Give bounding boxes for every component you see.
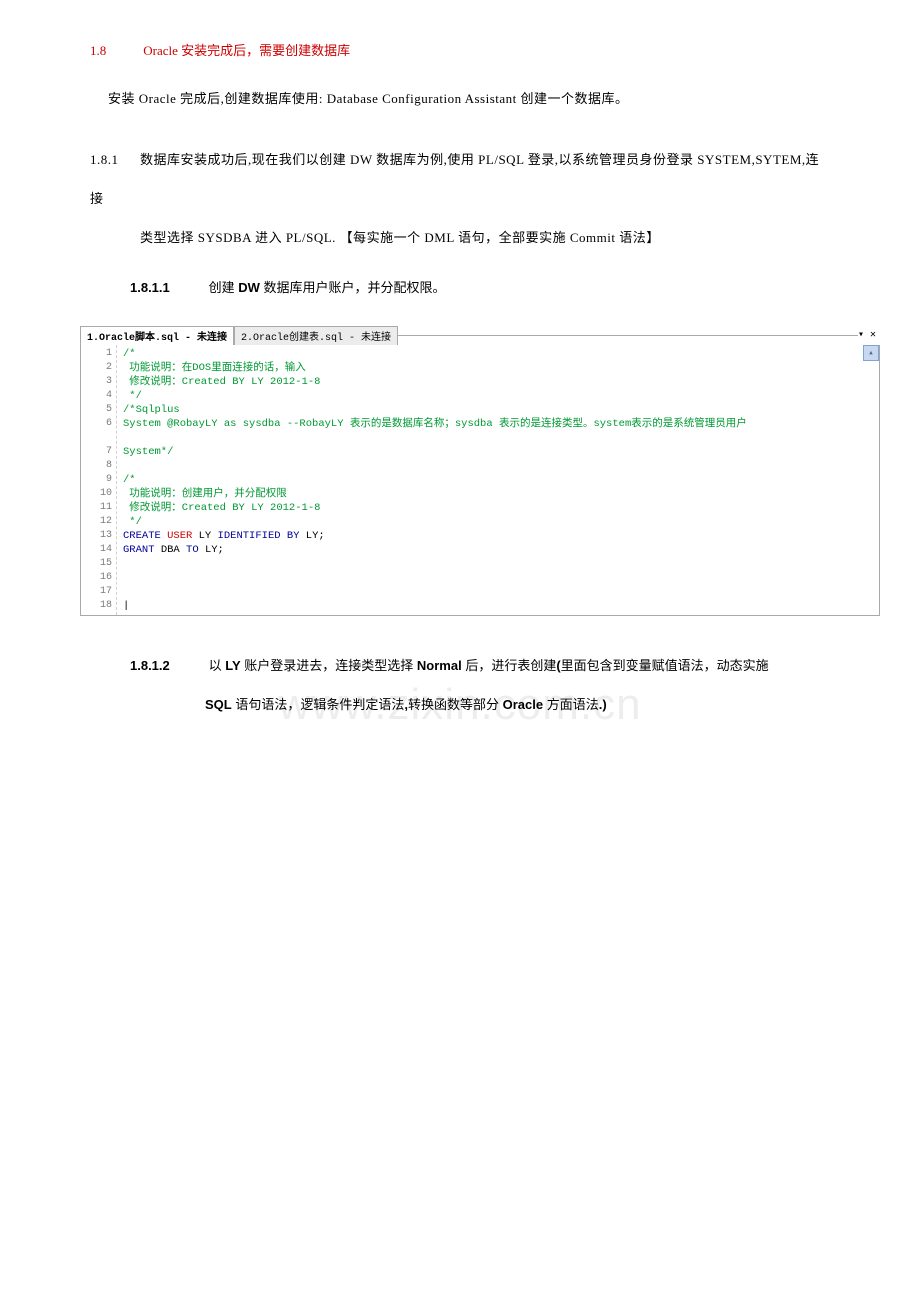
tab-2[interactable]: 2.Oracle创建表.sql - 未连接 [234,326,398,345]
heading-1811-number: 1.8.1.1 [130,280,205,295]
section-number: 1.8 [90,43,140,59]
paragraph-intro: 安装 Oracle 完成后,创建数据库使用: Database Configur… [108,89,830,110]
heading-1812-number: 1.8.1.2 [130,646,205,685]
tab-spacer [398,335,858,336]
code-content[interactable]: /* 功能说明：在DOS里面连接的话，输入 修改说明：Created BY LY… [117,345,879,615]
subsection-number: 1.8.1 [90,140,140,179]
tab-close-icon[interactable]: ✕ [870,329,876,341]
subsection: 1.8.1数据库安装成功后,现在我们以创建 DW 数据库为例,使用 PL/SQL… [90,140,830,257]
subsection-text-line1: 数据库安装成功后,现在我们以创建 DW 数据库为例,使用 PL/SQL 登录,以… [90,152,819,206]
scroll-up-icon[interactable]: ▴ [863,345,879,361]
heading-1812-line1: 以 LY 账户登录进去，连接类型选择 Normal 后，进行表创建(里面包含到变… [209,658,769,673]
heading-1811: 1.8.1.1 创建 DW 数据库用户账户，并分配权限。 [130,277,830,296]
heading-1812: 1.8.1.2 以 LY 账户登录进去，连接类型选择 Normal 后，进行表创… [130,646,830,724]
code-editor: 1.Oracle脚本.sql - 未连接 2.Oracle创建表.sql - 未… [80,326,880,616]
heading-1811-text: 创建 DW 数据库用户账户，并分配权限。 [209,280,446,295]
tab-dropdown-icon[interactable]: ▾ [858,329,864,341]
editor-body: 12345 6 789101112131415161718 /* 功能说明：在D… [80,345,880,616]
subsection-text-line2: 类型选择 SYSDBA 进入 PL/SQL. 【每实施一个 DML 语句，全部要… [140,218,830,257]
section-title: Oracle 安装完成后，需要创建数据库 [143,43,350,58]
section-heading: 1.8 Oracle 安装完成后，需要创建数据库 [90,40,830,59]
tab-controls: ▾ ✕ [858,329,880,341]
tab-1[interactable]: 1.Oracle脚本.sql - 未连接 [80,326,234,345]
line-gutter: 12345 6 789101112131415161718 [81,345,117,615]
editor-tabs: 1.Oracle脚本.sql - 未连接 2.Oracle创建表.sql - 未… [80,326,880,345]
scrollbar-track[interactable] [863,361,879,615]
heading-1812-line2: SQL 语句语法，逻辑条件判定语法,转换函数等部分 Oracle 方面语法.) [205,685,830,724]
